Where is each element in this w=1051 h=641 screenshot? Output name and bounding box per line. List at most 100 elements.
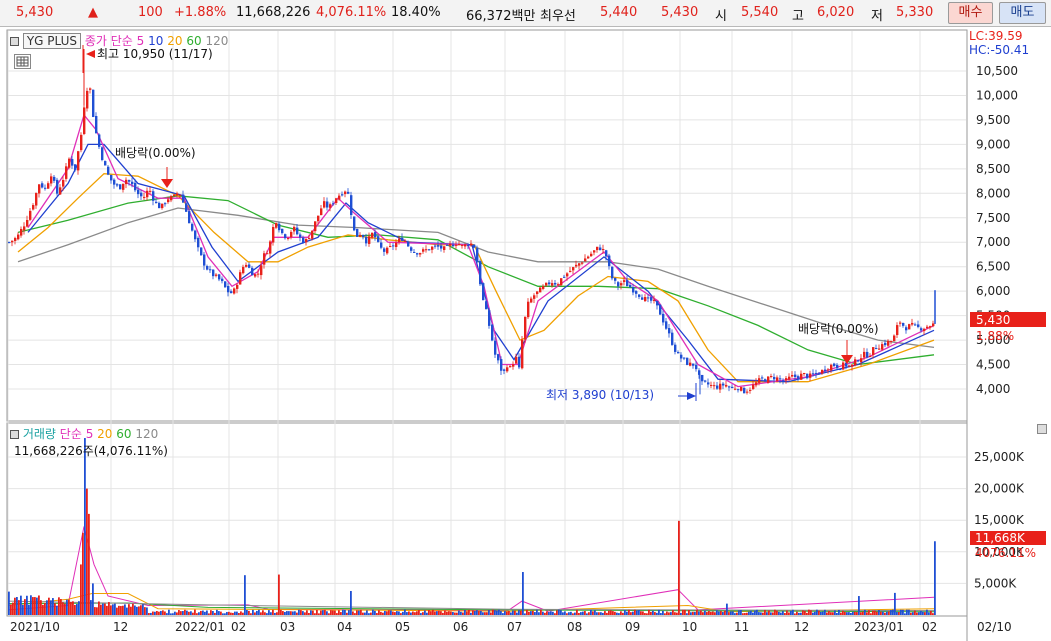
candle-body [89, 88, 92, 90]
candle-body [71, 159, 74, 166]
candle-body [566, 273, 569, 277]
volume-bar [172, 613, 174, 615]
volume-bar [344, 609, 346, 615]
candle-body [560, 278, 563, 286]
volume-bar [554, 613, 556, 615]
candle-body [8, 242, 11, 244]
volume-bar [190, 611, 192, 615]
volume-menu-icon[interactable] [10, 430, 19, 439]
vma60-label: 60 [116, 427, 132, 441]
volume-bar [630, 612, 632, 615]
candle-body [251, 267, 254, 276]
candle-body [83, 107, 86, 134]
volume-bar [426, 612, 428, 615]
candle-body [215, 274, 218, 276]
candle-body [737, 389, 740, 391]
volume-bar [692, 611, 694, 615]
candle-body [881, 344, 884, 350]
x-tick-label: 08 [567, 620, 582, 634]
candle-body [374, 232, 377, 238]
volume-bar [498, 609, 500, 615]
volume-bar [886, 611, 888, 615]
candle-body [191, 223, 194, 231]
candle-body [248, 264, 251, 268]
volume-bar [424, 610, 426, 615]
volume-bar [796, 611, 798, 615]
candle-body [551, 283, 554, 286]
buy-button[interactable]: 매수 [948, 2, 993, 24]
volume-bar [36, 597, 38, 615]
candle-body [596, 246, 599, 251]
volume-bar [84, 438, 86, 615]
sell-button[interactable]: 매도 [999, 2, 1046, 24]
volume-bar [198, 612, 200, 615]
x-tick-label: 04 [337, 620, 352, 634]
volume-bar [540, 609, 542, 615]
low-label: 저 [871, 9, 883, 24]
best-ask: 5,440 [600, 5, 638, 20]
candle-body [176, 193, 179, 196]
x-tick-label: 2021/10 [10, 620, 60, 634]
candle-body [434, 245, 437, 247]
volume-bar [430, 611, 432, 615]
volume-bar [310, 610, 312, 615]
stock-name[interactable]: YG PLUS [22, 33, 81, 49]
best-label: 최우선 [540, 9, 576, 24]
candle-body [776, 377, 779, 381]
volume-bar [538, 612, 540, 615]
volume-bar [274, 612, 276, 615]
volume-bar [596, 612, 598, 615]
trade-amount: 66,372백만 [466, 9, 536, 24]
volume-bar [702, 612, 704, 615]
volume-bar [736, 612, 738, 615]
volume-bar [838, 609, 840, 615]
volume-bar [884, 612, 886, 615]
candle-body [233, 288, 236, 294]
volume-bar [318, 613, 320, 615]
candle-body [458, 244, 461, 246]
price-tick-label: 6,000 [976, 284, 1010, 298]
volume-bar [362, 612, 364, 615]
volume-bar [502, 613, 504, 615]
panel-close-icon[interactable] [1037, 424, 1047, 434]
candle-body [533, 295, 536, 299]
volume-bar [722, 612, 724, 615]
volume-tick-label: 5,000K [974, 576, 1017, 590]
candle-body [59, 187, 62, 195]
candle-body [554, 282, 557, 285]
volume-bar [358, 610, 360, 615]
volume-bar [346, 612, 348, 615]
volume-ratio: 4,076.11% [316, 5, 387, 20]
grid-toggle-icon[interactable] [14, 54, 31, 69]
volume-bar [328, 613, 330, 615]
volume-bar [454, 612, 456, 615]
volume-bar [536, 609, 538, 615]
x-tick-label: 03 [280, 620, 295, 634]
volume-bar [708, 610, 710, 615]
vma20-label: 20 [97, 427, 113, 441]
candle-body [833, 363, 836, 367]
volume-bar [182, 611, 184, 615]
volume-bar [482, 612, 484, 615]
volume-bar [798, 612, 800, 615]
volume-bar [834, 610, 836, 615]
candle-body [284, 234, 287, 239]
panel-menu-icon[interactable] [10, 37, 19, 46]
volume-bar [434, 611, 436, 615]
candle-body [653, 299, 656, 301]
volume-bar [44, 603, 46, 615]
ma120-label: 120 [205, 34, 229, 48]
volume-bar [522, 572, 524, 615]
volume-bar [910, 612, 912, 615]
volume-bar [46, 600, 48, 615]
candle-body [398, 238, 401, 242]
candle-body [785, 378, 788, 381]
volume-bar [160, 610, 162, 615]
volume-bar [442, 612, 444, 615]
volume-bar [730, 611, 732, 615]
volume-bar [934, 541, 936, 615]
candle-body [743, 387, 746, 394]
x-tick-label: 2022/01 [175, 620, 225, 634]
candle-body [644, 297, 647, 302]
volume-bar [222, 613, 224, 615]
